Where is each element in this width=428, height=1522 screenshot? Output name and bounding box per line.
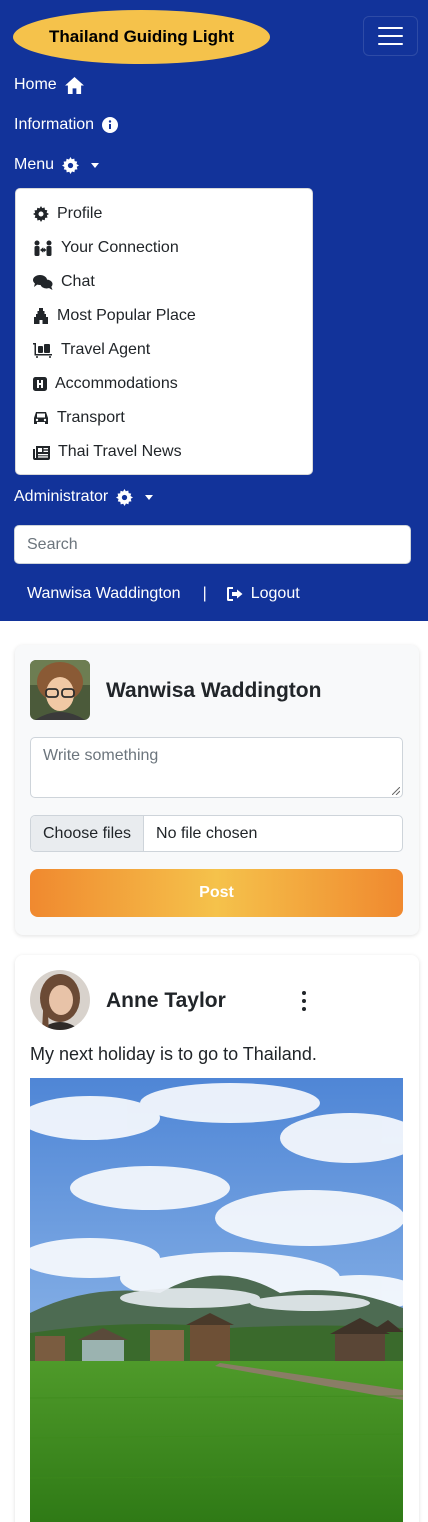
menu-item-label: Chat [61,273,95,290]
post-card: Anne Taylor My next holiday is to go to … [15,955,419,1522]
post-text-input[interactable]: Write something [30,737,403,798]
sign-out-icon [226,587,243,601]
menu-item-label: Your Connection [61,239,179,256]
post-button[interactable]: Post [30,869,403,917]
nav-menu-label: Menu [14,156,55,173]
post-author-name[interactable]: Anne Taylor [106,989,226,1013]
menu-item-travel-agent[interactable]: Travel Agent [33,341,150,359]
luggage-cart-icon [33,343,52,358]
hamburger-icon-bar [378,43,403,45]
gear-icon [116,488,134,506]
logout-link[interactable]: Logout [226,585,300,603]
nav-home-label: Home [14,76,57,93]
people-arrows-icon [34,240,52,256]
resize-handle-icon[interactable] [392,787,400,795]
menu-item-accommodations[interactable]: Accommodations [33,375,178,393]
nav-information-label: Information [14,116,95,133]
logout-label: Logout [250,585,300,602]
nav-information-link[interactable]: Information [14,116,119,134]
nav-home-link[interactable]: Home [14,76,84,94]
menu-item-thai-travel-news[interactable]: Thai Travel News [33,443,182,461]
separator: | [202,585,207,602]
post-image[interactable] [30,1078,403,1522]
search-input[interactable]: Search [14,525,411,564]
hamburger-icon-bar [378,27,403,29]
nav-administrator-dropdown[interactable]: Administrator [14,488,154,506]
post-body-text: My next holiday is to go to Thailand. [30,1044,317,1064]
brand-logo[interactable]: Thailand Guiding Light [13,10,270,64]
chevron-down-icon [145,494,154,500]
file-upload-input[interactable]: Choose files No file chosen [30,815,403,852]
current-user-name[interactable]: Wanwisa Waddington [27,585,181,603]
post-text-placeholder: Write something [43,747,159,764]
menu-dropdown-list: Profile Your Connection Chat Most Popula… [15,188,313,475]
choose-files-button[interactable]: Choose files [31,816,145,851]
home-icon [64,76,84,94]
comments-icon [33,275,53,290]
menu-item-label: Profile [57,205,103,222]
post-composer-card: Wanwisa Waddington Write something Choos… [15,645,419,935]
menu-item-most-popular-place[interactable]: Most Popular Place [33,307,196,325]
nav-menu-dropdown[interactable]: Menu [14,156,100,174]
hotel-h-icon [33,377,47,391]
gopuram-icon [34,308,48,324]
hamburger-icon-bar [378,35,403,37]
user-bar: Wanwisa Waddington | Logout [27,585,300,603]
nav-administrator-label: Administrator [14,488,109,505]
gear-icon [33,206,49,222]
gear-icon [62,156,80,174]
menu-item-transport[interactable]: Transport [33,409,125,427]
menu-item-your-connection[interactable]: Your Connection [33,239,179,257]
chevron-down-icon [91,162,100,168]
menu-item-chat[interactable]: Chat [33,273,95,291]
car-icon [34,412,48,424]
menu-item-label: Transport [57,409,125,426]
menu-item-label: Most Popular Place [57,307,196,324]
composer-user-name: Wanwisa Waddington [106,679,322,702]
more-options-icon[interactable] [297,989,311,1013]
hamburger-menu-button[interactable] [363,16,418,56]
newspaper-icon [33,445,50,460]
menu-item-label: Travel Agent [61,341,151,358]
menu-item-label: Thai Travel News [58,443,182,460]
avatar[interactable] [30,660,90,720]
info-circle-icon [102,117,119,133]
file-status-text: No file chosen [156,824,258,842]
avatar[interactable] [30,970,90,1030]
menu-item-profile[interactable]: Profile [33,205,102,223]
search-placeholder: Search [27,535,78,553]
navbar: Thailand Guiding Light Home Information … [0,0,428,621]
menu-item-label: Accommodations [55,375,178,392]
